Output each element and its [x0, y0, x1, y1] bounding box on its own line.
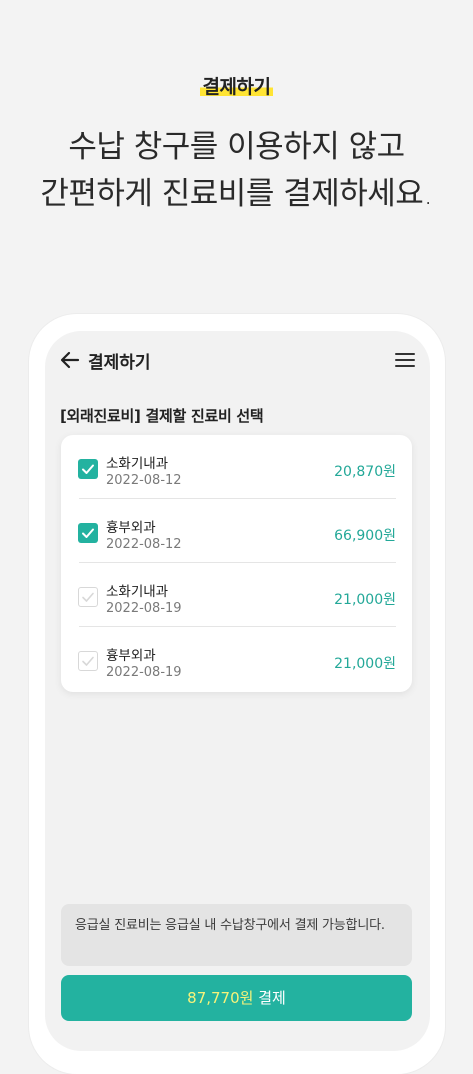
bill-checkbox-unchecked[interactable]: [78, 587, 98, 607]
pay-button-label: 결제: [253, 989, 286, 1007]
pay-button[interactable]: 87,770원 결제: [61, 975, 412, 1021]
bill-checkbox-unchecked[interactable]: [78, 651, 98, 671]
bill-department: 소화기내과: [106, 456, 169, 472]
bill-row[interactable]: 소화기내과 2022-08-19 21,000원: [61, 563, 412, 627]
intro-tag: 결제하기: [0, 72, 473, 99]
bill-checkbox-checked[interactable]: [78, 523, 98, 543]
bill-department: 흉부외과: [106, 648, 156, 664]
app-screen: 결제하기 [외래진료비] 결제할 진료비 선택 소화기내과 2022-08-12…: [45, 331, 430, 1051]
bill-amount: 20,870원: [334, 464, 396, 480]
bill-date: 2022-08-12: [106, 473, 182, 488]
check-icon: [82, 464, 94, 474]
intro-headline: 수납 창구를 이용하지 않고 간편하게 진료비를 결제하세요.: [0, 124, 473, 218]
bill-checkbox-checked[interactable]: [78, 459, 98, 479]
check-icon: [82, 528, 94, 538]
headline-line-2: 간편하게 진료비를 결제하세요.: [40, 176, 433, 212]
bill-amount: 66,900원: [334, 528, 396, 544]
page-title: 결제하기: [88, 353, 151, 373]
check-icon: [81, 592, 94, 602]
bill-amount: 21,000원: [334, 656, 396, 672]
app-bar: 결제하기: [45, 345, 430, 375]
bill-row[interactable]: 소화기내과 2022-08-12 20,870원: [61, 435, 412, 499]
bill-row[interactable]: 흉부외과 2022-08-19 21,000원: [61, 627, 412, 691]
headline-line-1: 수납 창구를 이용하지 않고: [68, 129, 405, 165]
arrow-left-icon: [60, 351, 80, 369]
bill-amount: 21,000원: [334, 592, 396, 608]
bill-date: 2022-08-12: [106, 537, 182, 552]
bill-department: 소화기내과: [106, 584, 169, 600]
bill-list-card: 소화기내과 2022-08-12 20,870원 흉부외과 2022-08-12…: [61, 435, 412, 692]
intro-tag-label: 결제하기: [199, 72, 274, 99]
menu-button[interactable]: [394, 349, 416, 371]
bill-department: 흉부외과: [106, 520, 156, 536]
back-button[interactable]: [59, 349, 81, 371]
section-title: [외래진료비] 결제할 진료비 선택: [60, 407, 264, 425]
pay-total-amount: 87,770원: [187, 989, 254, 1007]
bill-row[interactable]: 흉부외과 2022-08-12 66,900원: [61, 499, 412, 563]
check-icon: [81, 656, 94, 666]
bill-date: 2022-08-19: [106, 601, 182, 616]
hamburger-menu-icon: [395, 353, 415, 367]
emergency-notice: 응급실 진료비는 응급실 내 수납창구에서 결제 가능합니다.: [61, 904, 412, 966]
bill-date: 2022-08-19: [106, 665, 182, 680]
